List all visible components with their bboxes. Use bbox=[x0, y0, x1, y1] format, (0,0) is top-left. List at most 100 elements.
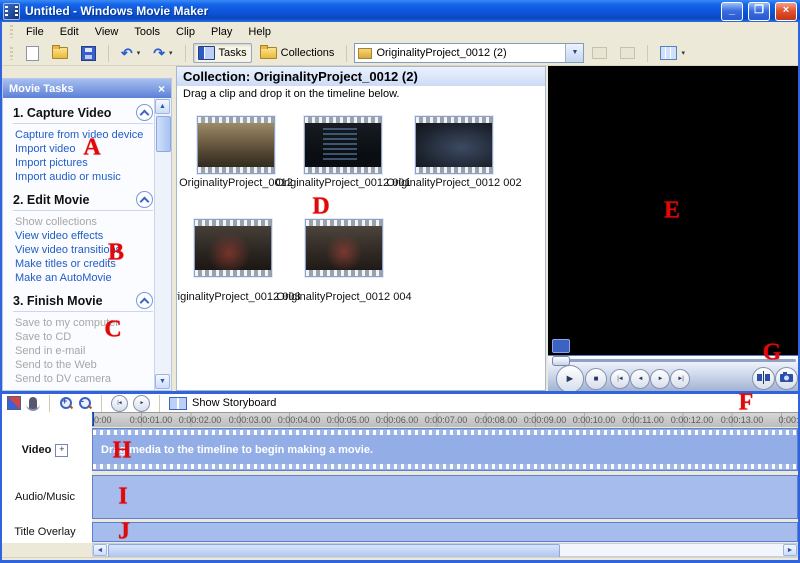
narrate-timeline-icon[interactable] bbox=[29, 397, 37, 409]
movie-tasks-title: Movie Tasks bbox=[9, 83, 74, 95]
menu-edit[interactable]: Edit bbox=[52, 24, 87, 40]
scroll-right-icon[interactable]: ► bbox=[783, 544, 797, 556]
link-view-video-effects[interactable]: View video effects bbox=[15, 230, 155, 243]
scroll-up-icon[interactable]: ▲ bbox=[155, 99, 170, 114]
timeline-scrollbar[interactable]: ◄ ► bbox=[92, 543, 798, 557]
tasks-button[interactable]: Tasks bbox=[193, 43, 252, 63]
new-project-button[interactable] bbox=[21, 43, 44, 64]
combobox-dropdown-icon[interactable]: ▼ bbox=[565, 44, 583, 62]
collapse-chevron-icon[interactable] bbox=[136, 292, 153, 309]
open-folder-icon bbox=[52, 47, 68, 59]
undo-dropdown-icon: ▾ bbox=[137, 49, 141, 57]
zoom-out-icon[interactable]: - bbox=[78, 396, 92, 410]
video-track[interactable]: Drag media to the timeline to begin maki… bbox=[92, 428, 798, 471]
link-save-to-my-computer: Save to my computer bbox=[15, 317, 155, 330]
annotation-letter-g: G bbox=[763, 340, 782, 367]
timeline-ruler[interactable]: 0:00 0:00:01.00 0:00:02.00 0:00:03.00 0:… bbox=[92, 412, 798, 427]
restore-button[interactable]: ❐ bbox=[748, 2, 770, 21]
clip-thumbnail-3[interactable] bbox=[415, 116, 493, 174]
annotation-letter-f: F bbox=[739, 390, 754, 417]
menu-view[interactable]: View bbox=[87, 24, 127, 40]
up-one-level-button[interactable] bbox=[587, 44, 612, 62]
clip-thumbnail-5[interactable] bbox=[305, 219, 383, 277]
collections-button[interactable]: Collections bbox=[255, 44, 340, 62]
audio-levels-icon[interactable] bbox=[7, 396, 21, 410]
link-save-to-cd: Save to CD bbox=[15, 331, 155, 344]
menu-tools[interactable]: Tools bbox=[126, 24, 168, 40]
timeline-toolbar: + - |◄ ► Show Storyboard bbox=[2, 394, 798, 412]
tasks-button-label: Tasks bbox=[219, 47, 247, 59]
annotation-letter-e: E bbox=[664, 198, 680, 225]
ruler-label: 0:00:02.00 bbox=[176, 415, 224, 425]
audio-music-track[interactable] bbox=[92, 475, 798, 519]
tasks-pane-icon bbox=[198, 46, 215, 60]
link-view-video-transitions[interactable]: View video transitions bbox=[15, 244, 155, 257]
close-pane-icon[interactable]: × bbox=[158, 82, 165, 96]
section-header: 1. Capture Video bbox=[13, 104, 153, 124]
undo-button[interactable]: ↶▾ bbox=[116, 44, 145, 62]
forward-button[interactable]: ►| bbox=[670, 369, 690, 389]
open-project-button[interactable] bbox=[47, 44, 73, 62]
link-make-an-automovie[interactable]: Make an AutoMovie bbox=[15, 272, 155, 285]
show-storyboard-button[interactable]: Show Storyboard bbox=[192, 397, 276, 409]
scroll-down-icon[interactable]: ▼ bbox=[155, 374, 170, 389]
clip-properties-button[interactable] bbox=[615, 44, 640, 62]
split-clip-button[interactable] bbox=[752, 367, 775, 390]
title-overlay-track[interactable] bbox=[92, 522, 798, 542]
take-picture-button[interactable] bbox=[775, 367, 798, 390]
collapse-chevron-icon[interactable] bbox=[136, 191, 153, 208]
views-button[interactable]: ▾ bbox=[655, 43, 690, 63]
title-track-label: Title Overlay bbox=[0, 524, 90, 540]
clip-thumbnail-1[interactable] bbox=[197, 116, 275, 174]
collection-combobox[interactable]: OriginalityProject_0012 (2) ▼ bbox=[354, 43, 584, 63]
toolbar-separator bbox=[647, 45, 648, 62]
toolbar-grip bbox=[10, 47, 13, 60]
app-icon bbox=[3, 3, 20, 20]
rewind-timeline-button[interactable]: |◄ bbox=[111, 395, 128, 412]
new-document-icon bbox=[26, 46, 39, 61]
menu-clip[interactable]: Clip bbox=[168, 24, 203, 40]
properties-icon bbox=[620, 47, 635, 59]
annotation-letter-d: D bbox=[312, 194, 329, 221]
link-import-audio-or-music[interactable]: Import audio or music bbox=[15, 171, 155, 184]
ruler-label: 0:00:09.00 bbox=[521, 415, 569, 425]
menu-file[interactable]: File bbox=[18, 24, 52, 40]
title-bar: Untitled - Windows Movie Maker _ ❐ × bbox=[0, 0, 800, 22]
scroll-left-icon[interactable]: ◄ bbox=[93, 544, 107, 556]
next-frame-button[interactable]: ► bbox=[650, 369, 670, 389]
main-toolbar: ↶▾ ↷▾ Tasks Collections OriginalityProje… bbox=[0, 41, 800, 66]
redo-button[interactable]: ↷▾ bbox=[148, 44, 177, 62]
clip-thumbnail-4[interactable] bbox=[194, 219, 272, 277]
zoom-in-icon[interactable]: + bbox=[59, 396, 73, 410]
seek-bar[interactable] bbox=[552, 359, 796, 362]
ruler-label: 0:00:04.00 bbox=[275, 415, 323, 425]
menu-help[interactable]: Help bbox=[240, 24, 279, 40]
ruler-label: 0:00:10.00 bbox=[570, 415, 618, 425]
monitor-size-icon[interactable] bbox=[552, 339, 570, 353]
section-title: 3. Finish Movie bbox=[13, 294, 103, 308]
expand-video-track-icon[interactable]: + bbox=[55, 444, 68, 457]
collapse-chevron-icon[interactable] bbox=[136, 104, 153, 121]
ruler-label: 0:00:01.00 bbox=[127, 415, 175, 425]
sidebar-scrollbar[interactable]: ▲ ▼ bbox=[154, 98, 171, 390]
save-project-button[interactable] bbox=[76, 43, 101, 64]
toolbar-separator bbox=[159, 395, 160, 412]
scrollbar-thumb[interactable] bbox=[156, 116, 171, 152]
play-button[interactable]: ► bbox=[556, 365, 584, 393]
collection-combobox-value: OriginalityProject_0012 (2) bbox=[376, 47, 561, 59]
menu-play[interactable]: Play bbox=[203, 24, 240, 40]
play-timeline-button[interactable]: ► bbox=[133, 395, 150, 412]
minimize-button[interactable]: _ bbox=[721, 2, 743, 21]
movie-tasks-body: 1. Capture Video Capture from video devi… bbox=[3, 98, 155, 390]
clip-thumbnail-2[interactable] bbox=[304, 116, 382, 174]
stop-button[interactable]: ■ bbox=[585, 368, 607, 390]
toolbar-separator bbox=[346, 45, 347, 62]
link-send-in-email: Send in e-mail bbox=[15, 345, 155, 358]
close-button[interactable]: × bbox=[775, 2, 797, 21]
back-button[interactable]: |◄ bbox=[610, 369, 630, 389]
scrollbar-thumb[interactable] bbox=[108, 544, 560, 558]
link-show-collections: Show collections bbox=[15, 216, 155, 229]
toolbar-separator bbox=[49, 395, 50, 412]
link-make-titles-or-credits[interactable]: Make titles or credits bbox=[15, 258, 155, 271]
previous-frame-button[interactable]: ◄ bbox=[630, 369, 650, 389]
